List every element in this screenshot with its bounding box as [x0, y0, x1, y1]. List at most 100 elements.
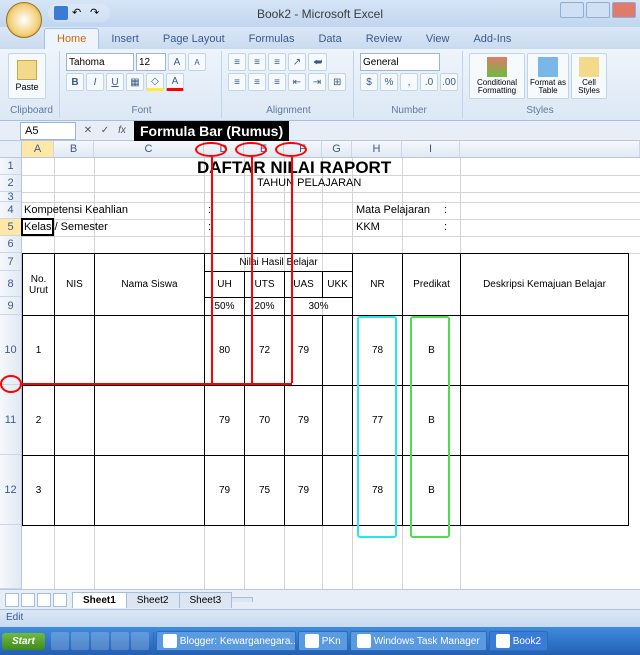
- decrease-decimal-button[interactable]: .00: [440, 73, 458, 91]
- row-header[interactable]: 12: [0, 455, 21, 525]
- ql-icon[interactable]: [111, 632, 129, 650]
- font-size-select[interactable]: [136, 53, 166, 71]
- col-header-e[interactable]: E: [244, 141, 284, 157]
- undo-icon[interactable]: ↶: [72, 6, 86, 20]
- underline-button[interactable]: U: [106, 73, 124, 91]
- th-deskripsi: Deskripsi Kemajuan Belajar: [461, 254, 629, 316]
- sheet-tab[interactable]: Sheet2: [126, 592, 180, 608]
- sheet-nav-next[interactable]: [37, 593, 51, 607]
- align-center-button[interactable]: ≡: [248, 73, 266, 91]
- row-header[interactable]: 8: [0, 271, 21, 297]
- border-button[interactable]: ▦: [126, 73, 144, 91]
- enter-formula-button[interactable]: ✓: [97, 123, 113, 139]
- tab-home[interactable]: Home: [44, 28, 99, 49]
- tab-data[interactable]: Data: [306, 29, 353, 49]
- worksheet-grid[interactable]: A B C D E F G H I 1 2 3 4 5 6 7 8 9 10 1…: [0, 141, 640, 589]
- sheet-nav-prev[interactable]: [21, 593, 35, 607]
- comma-button[interactable]: ,: [400, 73, 418, 91]
- font-name-select[interactable]: [66, 53, 134, 71]
- number-format-select[interactable]: [360, 53, 440, 71]
- wrap-text-button[interactable]: ⮨: [308, 53, 327, 71]
- fx-button[interactable]: fx: [114, 123, 130, 139]
- sheet-nav-first[interactable]: [5, 593, 19, 607]
- col-header-h[interactable]: H: [352, 141, 402, 157]
- name-box[interactable]: A5: [20, 122, 76, 140]
- redo-icon[interactable]: ↷: [90, 6, 104, 20]
- ql-icon[interactable]: [91, 632, 109, 650]
- select-all-corner[interactable]: [0, 141, 22, 157]
- align-middle-button[interactable]: ≡: [248, 53, 266, 71]
- format-as-table-button[interactable]: Format as Table: [527, 53, 569, 99]
- close-button[interactable]: [612, 2, 636, 18]
- merge-button[interactable]: ⊞: [328, 73, 346, 91]
- tab-view[interactable]: View: [414, 29, 462, 49]
- row-header[interactable]: 9: [0, 297, 21, 315]
- office-button[interactable]: [6, 2, 42, 38]
- save-icon[interactable]: [54, 6, 68, 20]
- start-button[interactable]: Start: [2, 633, 45, 650]
- cancel-formula-button[interactable]: ✕: [80, 123, 96, 139]
- th-ukk: UKK: [323, 272, 353, 298]
- row-header[interactable]: [0, 525, 21, 589]
- col-header-a[interactable]: A: [22, 141, 54, 157]
- font-color-button[interactable]: A: [166, 73, 184, 91]
- tab-insert[interactable]: Insert: [99, 29, 151, 49]
- row-header[interactable]: 4: [0, 202, 21, 219]
- align-right-button[interactable]: ≡: [268, 73, 286, 91]
- tab-formulas[interactable]: Formulas: [237, 29, 307, 49]
- sheet-tab[interactable]: Sheet3: [179, 592, 233, 608]
- orientation-button[interactable]: ↗: [288, 53, 306, 71]
- task-button[interactable]: Windows Task Manager: [350, 631, 487, 651]
- fill-color-button[interactable]: ◇: [146, 73, 164, 91]
- align-left-button[interactable]: ≡: [228, 73, 246, 91]
- task-button[interactable]: Book2: [489, 631, 548, 651]
- increase-indent-button[interactable]: ⇥: [308, 73, 326, 91]
- sheet-tab[interactable]: Sheet1: [72, 592, 127, 608]
- col-header-extra[interactable]: [460, 141, 640, 157]
- row-header[interactable]: 1: [0, 158, 21, 175]
- sheet-nav-last[interactable]: [53, 593, 67, 607]
- task-button[interactable]: Blogger: Kewarganegara...: [156, 631, 296, 651]
- shrink-font-button[interactable]: A: [188, 53, 206, 71]
- row-header[interactable]: 7: [0, 253, 21, 271]
- col-header-i[interactable]: I: [402, 141, 460, 157]
- maximize-button[interactable]: [586, 2, 610, 18]
- col-header-d[interactable]: D: [204, 141, 244, 157]
- ql-icon[interactable]: [51, 632, 69, 650]
- ql-icon[interactable]: [131, 632, 149, 650]
- italic-button[interactable]: I: [86, 73, 104, 91]
- task-button[interactable]: PKn: [298, 631, 348, 651]
- colon: :: [444, 204, 447, 216]
- new-sheet-tab[interactable]: [231, 597, 253, 602]
- cell-styles-button[interactable]: Cell Styles: [571, 53, 607, 99]
- cell-nr: 78: [353, 456, 403, 526]
- tab-page-layout[interactable]: Page Layout: [151, 29, 237, 49]
- paste-button[interactable]: Paste: [8, 53, 46, 99]
- align-bottom-button[interactable]: ≡: [268, 53, 286, 71]
- cells-area[interactable]: DAFTAR NILAI RAPORT TAHUN PELAJARAN Komp…: [22, 158, 640, 589]
- row-header[interactable]: 3: [0, 192, 21, 202]
- group-label: Font: [66, 103, 217, 116]
- row-header[interactable]: 2: [0, 175, 21, 192]
- bold-button[interactable]: B: [66, 73, 84, 91]
- row-header[interactable]: 11: [0, 385, 21, 455]
- increase-decimal-button[interactable]: .0: [420, 73, 438, 91]
- minimize-button[interactable]: [560, 2, 584, 18]
- decrease-indent-button[interactable]: ⇤: [288, 73, 306, 91]
- row-header[interactable]: 10: [0, 315, 21, 385]
- tab-review[interactable]: Review: [354, 29, 414, 49]
- row-header[interactable]: 6: [0, 236, 21, 253]
- col-header-b[interactable]: B: [54, 141, 94, 157]
- col-header-f[interactable]: F: [284, 141, 322, 157]
- col-header-c[interactable]: C: [94, 141, 204, 157]
- col-header-g[interactable]: G: [322, 141, 352, 157]
- th-nr: NR: [353, 254, 403, 316]
- align-top-button[interactable]: ≡: [228, 53, 246, 71]
- row-header[interactable]: 5: [0, 219, 21, 236]
- tab-addins[interactable]: Add-Ins: [461, 29, 523, 49]
- percent-button[interactable]: %: [380, 73, 398, 91]
- currency-button[interactable]: $: [360, 73, 378, 91]
- ql-icon[interactable]: [71, 632, 89, 650]
- grow-font-button[interactable]: A: [168, 53, 186, 71]
- conditional-formatting-button[interactable]: Conditional Formatting: [469, 53, 525, 99]
